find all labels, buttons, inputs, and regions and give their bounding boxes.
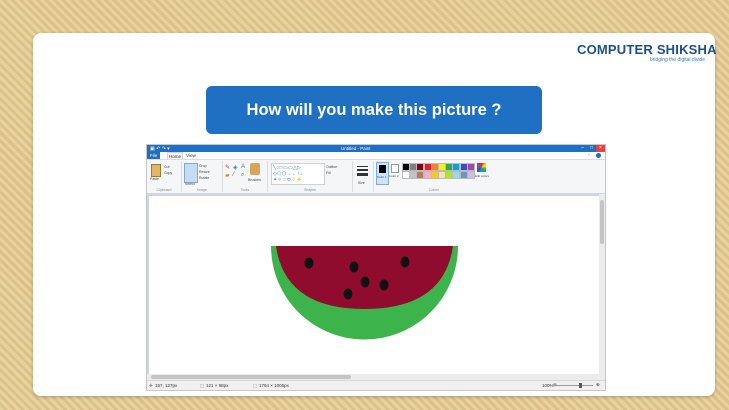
outline-button[interactable]: Outline [326,165,337,169]
computer-shiksha-logo: COMPUTER SHIKSHA bridging the digital di… [577,42,717,66]
color-picker-icon[interactable]: ⁄ [233,172,234,178]
crop-button[interactable]: Crop [199,164,207,168]
clipboard-group: Paste Cut Copy Clipboard [147,161,182,192]
palette-swatch[interactable] [466,163,475,171]
window-title: Untitled - Paint [341,146,371,151]
resize-button[interactable]: Resize [199,170,210,174]
shape-row-3: ✦✧☆⬭♡⚡ [273,177,303,183]
selection-icon: ⬚ [200,383,205,388]
tab-home[interactable]: Home [167,152,183,159]
paste-icon[interactable] [151,164,161,177]
logo-tagline: bridging the digital divide [649,57,705,63]
size-label[interactable]: Size [358,181,365,185]
color2-button[interactable]: Color 2 [389,162,400,183]
watermelon-seed [349,261,359,273]
slide-background: COMPUTER SHIKSHA bridging the digital di… [0,0,729,410]
size-line-1 [357,166,368,167]
image-group: Select Crop Resize Rotate Image [182,161,223,192]
vertical-scroll-thumb[interactable] [600,200,604,244]
watermelon-drawing [271,246,458,340]
color1-swatch [379,165,386,173]
copy-button[interactable]: Copy [164,171,172,175]
color2-swatch [391,164,399,173]
size-line-3 [357,173,368,176]
size-line-2 [357,169,368,171]
color-palette [402,163,475,179]
status-bar: ✛ 157, 127px ⬚ 121 × 98px ⬚ 1794 × 1005p… [147,380,605,390]
colors-group: Color 1 Color 2 Edit colors Colors [374,161,494,192]
ribbon-tabs: File Home View ˄ [147,152,605,160]
drawing-canvas[interactable] [149,196,599,378]
question-banner: How will you make this picture ? [206,86,542,134]
tab-view[interactable]: View [185,152,197,159]
help-icon[interactable] [596,153,601,158]
palette-swatch[interactable] [466,171,475,179]
image-size: 1794 × 1005px [259,383,289,388]
edit-colors-label: Edit colors [475,174,490,178]
fill-bucket-icon[interactable]: ◈ [233,164,238,171]
magnifier-icon[interactable]: ⌕ [241,172,244,179]
eraser-icon[interactable]: ▰ [225,172,230,179]
size-group: Size [353,161,374,192]
collapse-ribbon-icon[interactable]: ˄ [588,153,590,157]
colors-group-label: Colors [428,188,440,192]
watermelon-seed [343,288,353,300]
edit-colors-icon[interactable] [477,163,486,172]
paint-window: ▣ ↶ ↷ ▾ Untitled - Paint – □ × File Home… [146,144,606,391]
watermelon-seed [360,276,370,288]
zoom-slider-knob[interactable] [579,383,582,388]
selection-size: 121 × 98px [206,383,229,388]
minimize-button[interactable]: – [578,145,587,152]
fill-button[interactable]: Fill [326,171,330,175]
zoom-level: 100% [542,383,554,388]
cursor-position-icon: ✛ [149,383,153,388]
image-size-icon: ⬚ [253,383,258,388]
watermelon-seed [304,257,314,269]
rotate-button[interactable]: Rotate [199,176,209,180]
paint-titlebar: ▣ ↶ ↷ ▾ Untitled - Paint – □ × [147,145,605,152]
horizontal-scroll-thumb[interactable] [151,375,351,379]
color2-label: Color 2 [389,174,399,178]
image-group-label: Image [197,188,207,192]
brushes-icon[interactable] [250,163,260,175]
pencil-icon[interactable]: ✎ [225,164,230,171]
cut-button[interactable]: Cut [164,165,169,169]
maximize-button[interactable]: □ [587,145,596,152]
zoom-slider[interactable] [553,385,593,386]
shapes-group: ╲○□▭▭△▷ ◇⬠⬡→←↑↓ ✦✧☆⬭♡⚡ Outline Fill Shap… [268,161,353,192]
zoom-in-icon[interactable]: ⊕ [596,382,600,388]
clipboard-group-label: Clipboard [156,188,172,192]
brushes-label: Brushes [248,178,261,182]
watermelon-seed [400,256,410,268]
ribbon: Paste Cut Copy Clipboard Select Crop Res… [147,160,605,194]
select-label: Select [185,182,195,186]
canvas-area [147,194,605,380]
close-button[interactable]: × [596,145,605,152]
color1-label: Color 1 [377,175,387,179]
watermelon-seed [379,279,389,291]
color1-button[interactable]: Color 1 [376,162,389,185]
tab-file[interactable]: File [147,152,160,159]
logo-text: COMPUTER SHIKSHA [577,42,717,57]
cursor-position: 157, 127px [155,383,178,388]
shapes-group-label: Shapes [304,188,316,192]
tools-group: ✎ ◈ A ▰ ⁄ ⌕ Brushes Tools [223,161,268,192]
tools-group-label: Tools [240,188,250,192]
paste-label: Paste [150,177,159,181]
shapes-gallery[interactable]: ╲○□▭▭△▷ ◇⬠⬡→←↑↓ ✦✧☆⬭♡⚡ [271,163,325,185]
text-tool-icon[interactable]: A [241,164,245,170]
select-icon[interactable] [184,163,198,183]
